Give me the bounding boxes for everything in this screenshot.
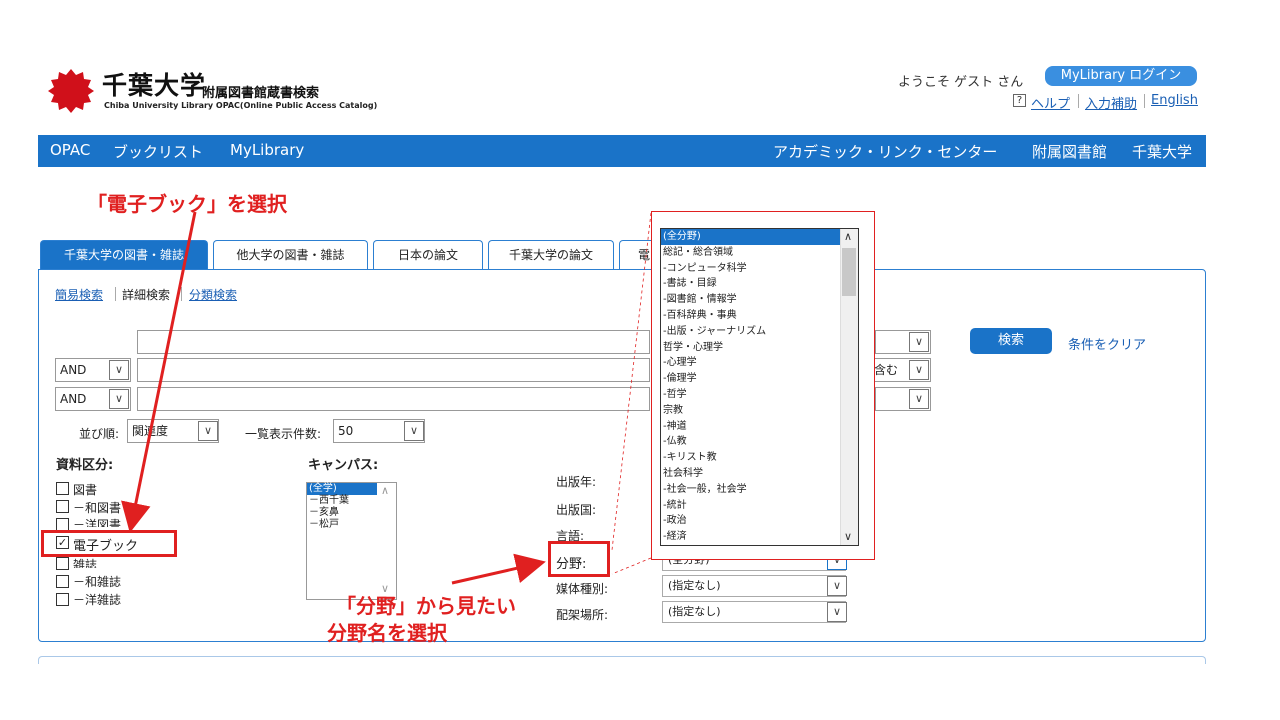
ebook-highlight-box: [41, 530, 177, 557]
annotation-select-ebook: 「電子ブック」を選択: [87, 192, 287, 216]
annotation-arrows: [121, 211, 652, 585]
annotation-select-subject-1: 「分野」から見たい: [336, 594, 516, 618]
subject-highlight-box: [548, 541, 610, 577]
annotation-select-subject-2: 分野名を選択: [327, 621, 447, 645]
